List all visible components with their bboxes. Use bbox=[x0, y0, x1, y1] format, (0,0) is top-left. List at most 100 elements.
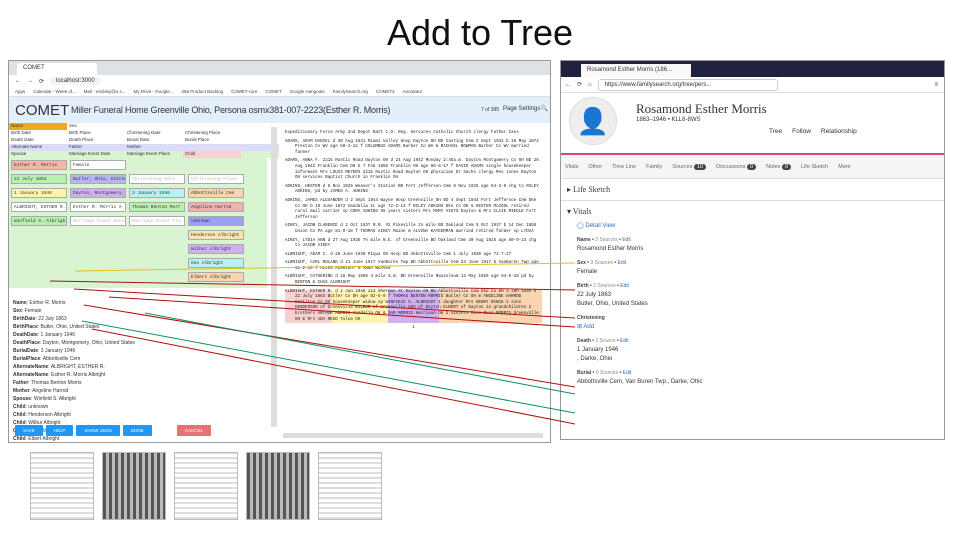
field-header[interactable]: Christening Place bbox=[183, 130, 241, 137]
edit-link[interactable]: Edit bbox=[620, 338, 629, 344]
tab-mem[interactable]: Mem bbox=[838, 164, 850, 170]
field-input[interactable]: Christening Date bbox=[129, 174, 185, 184]
tab-life-sketch[interactable]: Life Sketch bbox=[801, 164, 828, 170]
tab-notes[interactable]: Notes 0 bbox=[766, 163, 792, 170]
bookmark[interactable]: Annotator bbox=[403, 89, 423, 94]
vitals-section[interactable]: ▾ Vitals bbox=[561, 201, 944, 222]
thumbnail[interactable] bbox=[246, 452, 310, 520]
url-input[interactable]: localhost:3000 bbox=[50, 77, 101, 85]
bookmark[interactable]: COMET bbox=[265, 89, 281, 94]
field-input[interactable]: Dayton, Montgomery, bbox=[70, 188, 126, 198]
field-header[interactable] bbox=[183, 144, 241, 151]
field-input[interactable]: Esther R. Morris A bbox=[70, 202, 126, 212]
field-header[interactable]: Name bbox=[9, 123, 67, 130]
field-input[interactable]: Abbottsville Cem bbox=[188, 188, 244, 198]
browser-tab[interactable]: Rosamond Esther Morris (186... bbox=[581, 64, 691, 77]
field-input[interactable]: Winfield S. Albrigh bbox=[11, 216, 67, 226]
field-input[interactable]: Esther R. Morris bbox=[11, 160, 67, 170]
pager[interactable]: 7 of 395 bbox=[481, 107, 499, 113]
sources-link[interactable]: 0 Sources bbox=[596, 370, 619, 376]
field-input[interactable]: Angeline Harrod bbox=[188, 202, 244, 212]
back-icon[interactable]: ← bbox=[15, 78, 21, 84]
field-input[interactable]: 1 January 1946 bbox=[11, 188, 67, 198]
child-input[interactable]: Geo Albright bbox=[188, 258, 244, 268]
tab-sources[interactable]: Sources 10 bbox=[672, 163, 707, 170]
bookmark[interactable]: 266 Product Backlog bbox=[182, 89, 224, 94]
reload-icon[interactable]: ⟳ bbox=[39, 78, 44, 85]
add-button[interactable]: ⊞ Add bbox=[577, 323, 928, 332]
thumbnail[interactable] bbox=[318, 452, 382, 520]
bookmark[interactable]: Calendar - Week of... bbox=[33, 89, 75, 94]
thumbnail[interactable] bbox=[102, 452, 166, 520]
field-header[interactable]: Burial Place bbox=[183, 137, 241, 144]
cancel-button[interactable]: CANCEL bbox=[176, 425, 211, 436]
sources-link[interactable]: 3 Sources bbox=[590, 260, 613, 266]
detail-view-toggle[interactable]: ◯ Detail View bbox=[577, 222, 928, 231]
tab-vitals[interactable]: Vitals bbox=[565, 164, 578, 170]
done-button[interactable]: DONE bbox=[122, 425, 152, 436]
bookmark[interactable]: COMET2 bbox=[376, 89, 395, 94]
follow-button[interactable]: Follow bbox=[792, 128, 811, 135]
field-input[interactable]: Thomas Benton Morr bbox=[129, 202, 185, 212]
field-input[interactable]: ALBRIGHT, ESTHER R. bbox=[11, 202, 67, 212]
relationship-button[interactable]: Relationship bbox=[821, 128, 857, 135]
field-input[interactable]: 22 July 1863 bbox=[11, 174, 67, 184]
back-icon[interactable]: ← bbox=[565, 82, 571, 88]
field-header[interactable]: Father bbox=[67, 144, 125, 151]
bookmark[interactable]: Mail - erickley@u.s... bbox=[84, 89, 126, 94]
child-input[interactable]: Wilbur Albright bbox=[188, 244, 244, 254]
tree-button[interactable]: Tree bbox=[769, 128, 782, 135]
sources-link[interactable]: 1 Source bbox=[595, 338, 615, 344]
forward-icon[interactable]: → bbox=[27, 78, 33, 84]
tab-other[interactable]: Other bbox=[588, 164, 602, 170]
field-header[interactable]: Death Place bbox=[67, 137, 125, 144]
field-header[interactable]: Birth Date bbox=[9, 130, 67, 137]
bookmark[interactable]: Apps bbox=[15, 89, 25, 94]
form-scrollbar[interactable] bbox=[271, 127, 277, 427]
field-header[interactable]: Marriage Event Date bbox=[67, 151, 125, 158]
field-header[interactable]: Sex bbox=[67, 123, 125, 130]
sources-link[interactable]: 3 Sources bbox=[595, 237, 618, 243]
field-input[interactable]: 3 January 1946 bbox=[129, 188, 185, 198]
menu-icon[interactable]: ≡ bbox=[934, 82, 938, 88]
doc-scrollbar[interactable] bbox=[283, 433, 543, 438]
edit-link[interactable]: Edit bbox=[620, 283, 629, 289]
show-json-button[interactable]: SHOW JSON bbox=[76, 425, 120, 436]
bookmark[interactable]: FamilySearch.org bbox=[333, 89, 368, 94]
field-header[interactable]: Christening Date bbox=[125, 130, 183, 137]
field-header[interactable]: Child bbox=[183, 151, 241, 158]
url-input[interactable]: https://www.familysearch.org/tree/pers..… bbox=[597, 78, 778, 91]
document-viewer[interactable]: Expeditionary Force Army 2nd Depot Batt … bbox=[281, 129, 546, 429]
field-header[interactable]: Spouse bbox=[9, 151, 67, 158]
field-input[interactable]: Marriage Event Date bbox=[70, 216, 126, 226]
tab-family[interactable]: Family bbox=[646, 164, 662, 170]
field-input[interactable]: Marriage Event Pla bbox=[129, 216, 185, 226]
help-button[interactable]: HELP bbox=[45, 425, 74, 436]
child-input[interactable]: Elbert Albright bbox=[188, 272, 244, 282]
reload-icon[interactable]: ⟳ bbox=[577, 81, 582, 88]
thumbnail[interactable] bbox=[30, 452, 94, 520]
tab-discussions[interactable]: Discussions 0 bbox=[716, 163, 757, 170]
field-header[interactable]: Death Date bbox=[9, 137, 67, 144]
field-header[interactable] bbox=[125, 123, 183, 130]
field-header[interactable] bbox=[183, 123, 241, 130]
field-header[interactable]: Birth Place bbox=[67, 130, 125, 137]
edit-link[interactable]: Edit bbox=[617, 260, 626, 266]
field-header[interactable]: Marriage Event Place bbox=[125, 151, 183, 158]
zoom-icon[interactable]: 🔍 bbox=[541, 105, 548, 112]
save-button[interactable]: SAVE bbox=[15, 425, 43, 436]
field-input[interactable]: Butler, Ohio, United bbox=[70, 174, 126, 184]
home-icon[interactable]: ⌂ bbox=[588, 82, 592, 88]
browser-tab[interactable]: COMET bbox=[17, 63, 97, 75]
field-header[interactable]: Mother bbox=[125, 144, 183, 151]
life-sketch-section[interactable]: ▸ Life Sketch bbox=[561, 179, 944, 201]
page-settings-button[interactable]: Page Settings bbox=[503, 106, 540, 112]
thumbnail[interactable] bbox=[174, 452, 238, 520]
bookmark[interactable]: My Drive - Google... bbox=[134, 89, 174, 94]
child-input[interactable]: Henderson Albright bbox=[188, 230, 244, 240]
edit-link[interactable]: Edit bbox=[622, 237, 631, 243]
sources-link[interactable]: 2 Sources bbox=[593, 283, 616, 289]
field-input[interactable]: unknown bbox=[188, 216, 244, 226]
field-input[interactable]: Female bbox=[70, 160, 126, 170]
bookmark[interactable]: Google Hangouts bbox=[290, 89, 325, 94]
